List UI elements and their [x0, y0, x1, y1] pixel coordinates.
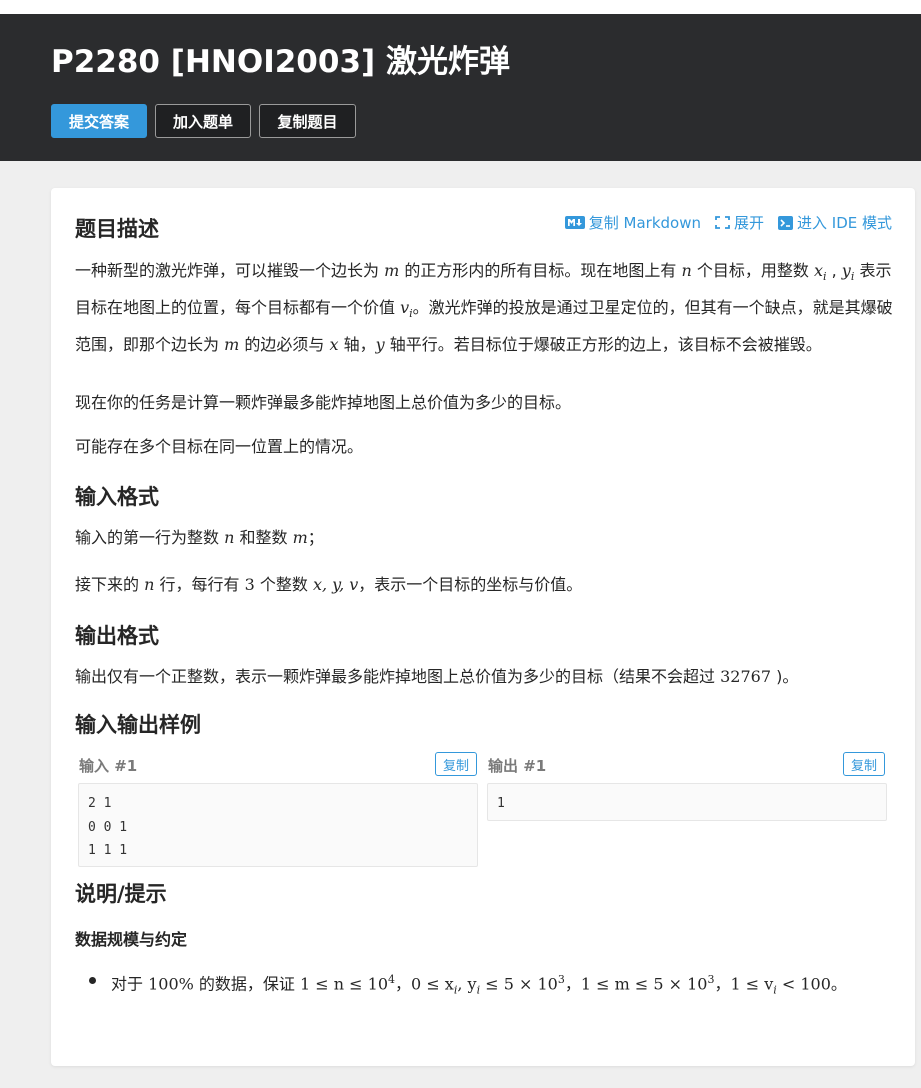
math-v: v: [400, 298, 410, 318]
input-format-line-2: 接下来的 n 行，每行有 3 个整数 x, y, v，表示一个目标的坐标与价值。: [75, 569, 895, 600]
math-sup: 4: [388, 973, 396, 986]
text: 输入的第一行为整数: [75, 528, 225, 547]
text: 的边必须与: [239, 335, 330, 355]
expand-label: 展开: [733, 214, 764, 232]
text: 一种新型的激光炸弹，可以摧毁一个边长为: [75, 261, 385, 280]
text: ,: [826, 261, 842, 280]
math-constraint-v: 1 ≤ v: [730, 974, 774, 994]
markdown-icon: [564, 216, 585, 229]
math-y: y: [375, 335, 385, 355]
math-n: n: [224, 528, 235, 547]
description-heading: 题目描述: [75, 217, 159, 241]
math-constraint-xy: 0 ≤ x: [411, 974, 454, 994]
copy-problem-button[interactable]: 复制题目: [259, 104, 356, 138]
text: 对于: [111, 974, 149, 994]
add-to-list-button[interactable]: 加入题单: [155, 104, 251, 138]
hint-list: 对于 100% 的数据，保证 1 ≤ n ≤ 104，0 ≤ xi, yi ≤ …: [75, 965, 921, 1006]
text: ；: [307, 528, 324, 547]
text: ，: [714, 974, 731, 994]
text: 的正方形内的所有目标。现在地图上有: [399, 261, 682, 280]
problem-header: P2280 [HNOI2003] 激光炸弹 提交答案 加入题单 复制题目: [0, 14, 921, 161]
description-paragraph-3: 可能存在多个目标在同一位置上的情况。: [75, 437, 364, 456]
input-format-heading: 输入格式: [75, 485, 159, 509]
math-constraint-n: 1 ≤ n ≤ 10: [300, 974, 389, 994]
expand-icon: [715, 216, 730, 229]
math-constraint-xy: , y: [457, 974, 477, 994]
problem-card: 题目描述 复制 Markdown 展开 进入 IDE 模式 一种新型的激光炸弹，…: [51, 188, 915, 1066]
math-xyv: x, y, v: [312, 575, 359, 594]
ide-mode-label: 进入 IDE 模式: [797, 214, 892, 232]
copy-output-button[interactable]: 复制: [843, 752, 885, 776]
copy-markdown-link[interactable]: 复制 Markdown: [564, 212, 701, 233]
text: 轴平行。若目标位于爆破正方形的边上，该目标不会被摧毁。: [384, 335, 822, 355]
math-n: n: [144, 575, 155, 594]
copy-input-button[interactable]: 复制: [435, 752, 477, 776]
action-buttons: 提交答案 加入题单 复制题目: [51, 104, 356, 138]
math-constraint-m: 1 ≤ m ≤ 5 × 10: [580, 974, 708, 994]
description-paragraph-2: 现在你的任务是计算一颗炸弹最多能炸掉地图上总价值为多少的目标。: [75, 393, 572, 412]
math-sup: 3: [557, 973, 565, 986]
text: 行，每行有: [154, 575, 245, 594]
text: ，: [564, 974, 581, 994]
hint-subheading: 数据规模与约定: [75, 930, 188, 949]
math-percent: 100%: [148, 974, 194, 994]
problem-toolbar: 复制 Markdown 展开 进入 IDE 模式: [564, 212, 892, 233]
math-m: m: [384, 261, 400, 280]
math-x: x: [813, 261, 823, 280]
text: 接下来的: [75, 575, 145, 594]
output-format-heading: 输出格式: [75, 624, 159, 648]
sample-input-label: 输入 #1: [79, 757, 138, 775]
text: 的数据，保证: [193, 974, 301, 994]
math-n: n: [681, 261, 692, 280]
sample-input-box: 2 1 0 0 1 1 1 1: [78, 783, 478, 867]
hint-heading: 说明/提示: [75, 882, 167, 906]
output-format-line: 输出仅有一个正整数，表示一颗炸弹最多能炸掉地图上总价值为多少的目标（结果不会超过…: [75, 661, 895, 692]
text: 输出仅有一个正整数，表示一颗炸弹最多能炸掉地图上总价值为多少的目标（结果不会超过: [75, 667, 721, 686]
input-format-line-1: 输入的第一行为整数 n 和整数 m；: [75, 522, 895, 553]
copy-markdown-label: 复制 Markdown: [588, 214, 701, 232]
math-number: 32767: [720, 667, 771, 686]
math-constraint-v: < 100: [776, 974, 831, 994]
text: 个整数: [254, 575, 313, 594]
expand-link[interactable]: 展开: [715, 212, 764, 233]
text: 和整数: [234, 528, 293, 547]
text: 。: [830, 974, 847, 994]
description-paragraph-1: 一种新型的激光炸弹，可以摧毁一个边长为 m 的正方形内的所有目标。现在地图上有 …: [75, 255, 895, 360]
math-m: m: [224, 335, 240, 355]
sample-output-label: 输出 #1: [488, 757, 547, 775]
math-m: m: [292, 528, 308, 547]
text: ，: [395, 974, 412, 994]
list-item: 对于 100% 的数据，保证 1 ≤ n ≤ 104，0 ≤ xi, yi ≤ …: [89, 965, 921, 1006]
top-strip: [0, 0, 921, 14]
submit-button[interactable]: 提交答案: [51, 104, 147, 138]
text: ，表示一个目标的坐标与价值。: [358, 575, 583, 594]
terminal-icon: [778, 215, 793, 230]
text: 个目标，用整数: [691, 261, 814, 280]
sample-output-box: 1: [487, 783, 887, 821]
samples-heading: 输入输出样例: [75, 713, 201, 737]
math-number: 3: [244, 575, 255, 594]
text: 轴，: [338, 335, 376, 355]
page-title: P2280 [HNOI2003] 激光炸弹: [51, 44, 510, 80]
math-y: y: [841, 261, 851, 280]
text: )。: [771, 667, 799, 686]
ide-mode-link[interactable]: 进入 IDE 模式: [778, 212, 892, 233]
math-constraint-xy: ≤ 5 × 10: [480, 974, 558, 994]
